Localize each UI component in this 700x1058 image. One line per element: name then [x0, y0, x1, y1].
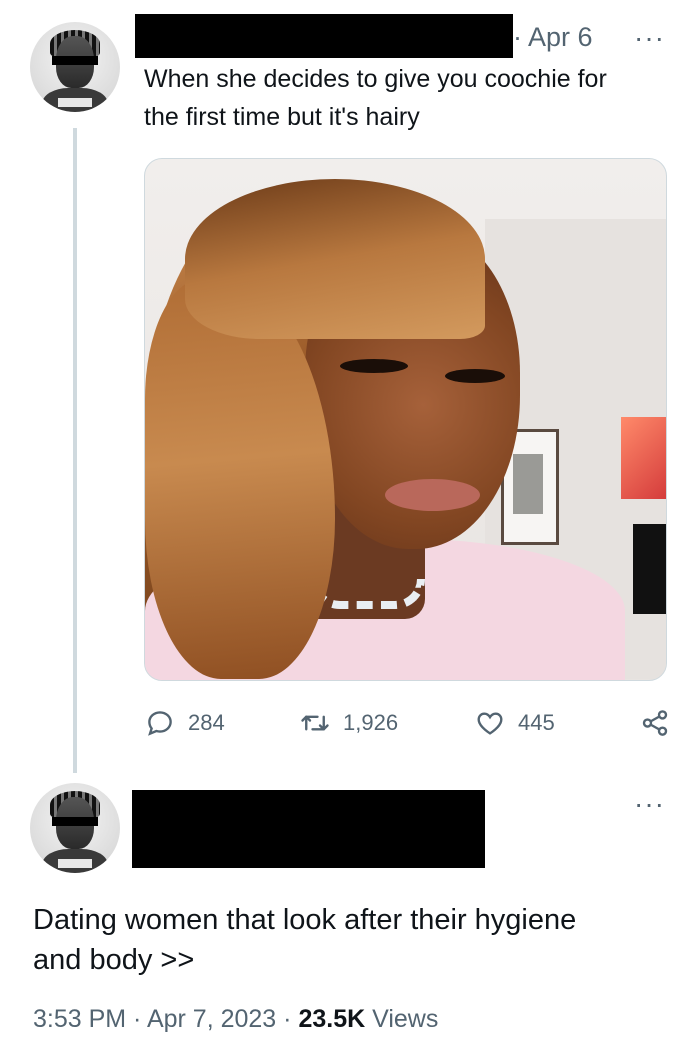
- views-label: Views: [365, 1005, 439, 1033]
- retweet-icon: [301, 715, 329, 731]
- retweet-button[interactable]: 1,926: [300, 705, 398, 741]
- photo-eye-left: [340, 359, 408, 373]
- photo-hair-front: [185, 179, 485, 339]
- photo-tv: [621, 417, 666, 499]
- tweet-actions: 284 1,926 445: [145, 705, 670, 741]
- avatar-redaction-bar: [52, 56, 98, 65]
- tweet-date[interactable]: Apr 7, 2023: [147, 1005, 276, 1033]
- tweet-text-line: the first time but it's hairy: [144, 103, 420, 131]
- share-icon: [642, 710, 668, 736]
- tweet-time[interactable]: 3:53 PM: [33, 1005, 126, 1033]
- photo-dark-panel: [633, 524, 666, 614]
- thread-line: [73, 128, 77, 773]
- tweet-date[interactable]: · Apr 6: [513, 22, 593, 53]
- redacted-username: [135, 14, 513, 58]
- avatar[interactable]: [30, 22, 120, 112]
- tweet-text: When she decides to give you coochie for…: [144, 60, 607, 136]
- share-button[interactable]: [640, 705, 670, 741]
- redacted-username: [132, 790, 485, 868]
- like-button[interactable]: 445: [475, 705, 555, 741]
- avatar[interactable]: [30, 783, 120, 873]
- reply-icon: [148, 711, 172, 736]
- photo-eye-right: [445, 369, 505, 383]
- separator: ·: [276, 1005, 299, 1033]
- photo-lips: [385, 479, 480, 511]
- like-count: 445: [518, 710, 555, 735]
- reply-count: 284: [188, 710, 225, 735]
- avatar-tag: [58, 98, 92, 107]
- tweet-text-line: and body >>: [33, 944, 195, 976]
- more-options-button[interactable]: ···: [634, 24, 665, 52]
- reply-button[interactable]: 284: [145, 705, 225, 741]
- photo-wall-art: [513, 454, 543, 514]
- avatar-tag: [58, 859, 92, 868]
- tweet-footer: 3:53 PM · Apr 7, 2023 · 23.5K Views: [33, 1005, 438, 1034]
- tweet-text-line: Dating women that look after their hygie…: [33, 904, 577, 936]
- tweet-photo[interactable]: [144, 158, 667, 681]
- heart-icon: [477, 712, 503, 735]
- tweet-text: Dating women that look after their hygie…: [33, 900, 576, 980]
- avatar-redaction-bar: [52, 817, 98, 826]
- retweet-count: 1,926: [343, 710, 399, 735]
- more-options-button[interactable]: ···: [634, 790, 665, 818]
- separator: ·: [126, 1005, 147, 1033]
- views-count[interactable]: 23.5K: [298, 1005, 365, 1033]
- tweet-text-line: When she decides to give you coochie for: [144, 65, 607, 93]
